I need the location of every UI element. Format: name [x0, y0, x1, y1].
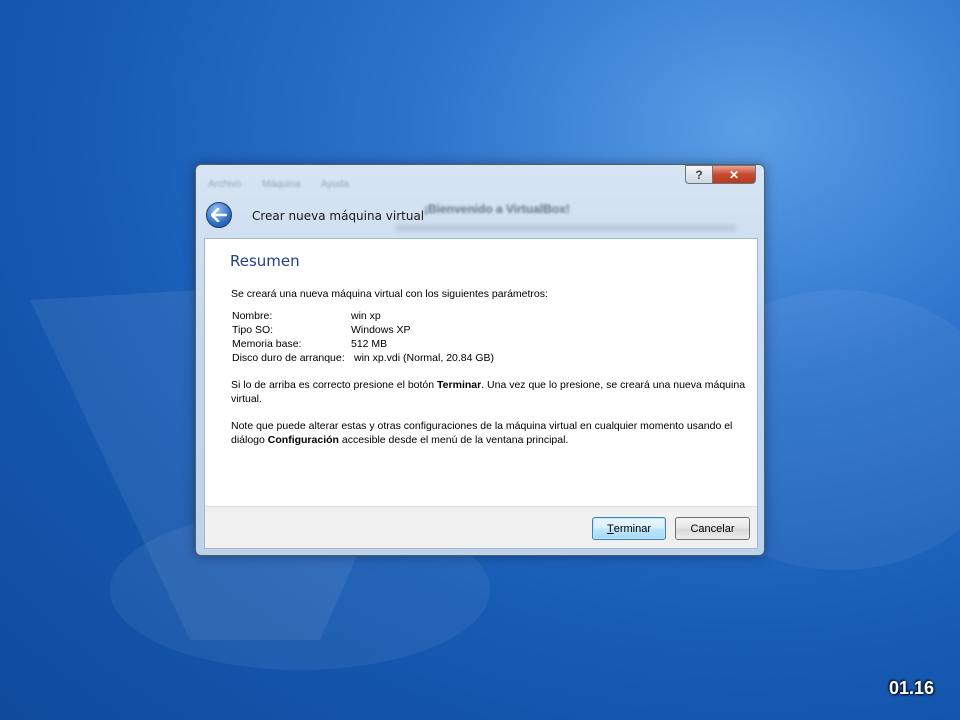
content-panel: Resumen Se creará una nueva máquina virt… — [204, 238, 758, 549]
confirm-text-start: Si lo de arriba es correcto presione el … — [231, 379, 438, 391]
confirm-text: Si lo de arriba es correcto presione el … — [231, 378, 761, 406]
back-button[interactable] — [206, 202, 232, 228]
background-window-text — [396, 225, 736, 231]
parameter-value: win xp.vdi (Normal, 20.84 GB) — [354, 352, 495, 364]
parameter-row: Nombre: win xp — [232, 309, 494, 323]
help-icon: ? — [695, 167, 703, 182]
ghost-menu-item: Archivo — [208, 179, 242, 190]
parameter-key: Disco duro de arranque: — [232, 352, 345, 364]
intro-text: Se creará una nueva máquina virtual con … — [231, 288, 548, 300]
slide-number: 01.16 — [888, 678, 934, 698]
close-icon: ✕ — [728, 167, 740, 182]
help-button[interactable]: ? — [685, 165, 712, 184]
parameters-table: Nombre: win xp Tipo SO: Windows XP Memor… — [232, 309, 494, 365]
parameter-key: Nombre: — [232, 310, 273, 322]
note-text: Note que puede alterar estas y otras con… — [231, 419, 761, 447]
background-window-welcome: ¡Bienvenido a VirtualBox! — [424, 202, 570, 216]
background-window-menu: Archivo Máquina Ayuda — [208, 179, 367, 190]
note-text-bold: Configuración — [267, 434, 339, 446]
arrow-left-icon — [211, 208, 227, 222]
ghost-menu-item: Máquina — [262, 179, 301, 190]
note-text-end: accesible desde el menú de la ventana pr… — [338, 434, 569, 446]
parameter-value: win xp — [351, 310, 381, 322]
ghost-menu-item: Ayuda — [320, 179, 349, 190]
parameter-key: Memoria base: — [232, 338, 302, 350]
parameter-row: Disco duro de arranque: win xp.vdi (Norm… — [232, 351, 494, 365]
finish-mnemonic: T — [606, 522, 614, 535]
parameter-value: 512 MB — [351, 338, 388, 350]
parameter-key: Tipo SO: — [232, 324, 274, 336]
caption-buttons: ? ✕ — [685, 165, 756, 184]
wizard-title: Crear nueva máquina virtual — [252, 209, 425, 223]
page-heading: Resumen — [230, 252, 300, 270]
finish-label: erminar — [613, 522, 652, 535]
button-bar: Terminar Cancelar — [205, 506, 757, 548]
cancel-button[interactable]: Cancelar — [675, 517, 750, 540]
parameter-row: Tipo SO: Windows XP — [232, 323, 494, 337]
finish-button[interactable]: Terminar — [592, 517, 666, 540]
parameter-row: Memoria base: 512 MB — [232, 337, 494, 351]
parameter-value: Windows XP — [351, 324, 411, 336]
wizard-window: Archivo Máquina Ayuda ¡Bienvenido a Virt… — [195, 164, 765, 556]
close-button[interactable]: ✕ — [712, 165, 756, 184]
confirm-text-bold: Terminar — [437, 379, 482, 391]
